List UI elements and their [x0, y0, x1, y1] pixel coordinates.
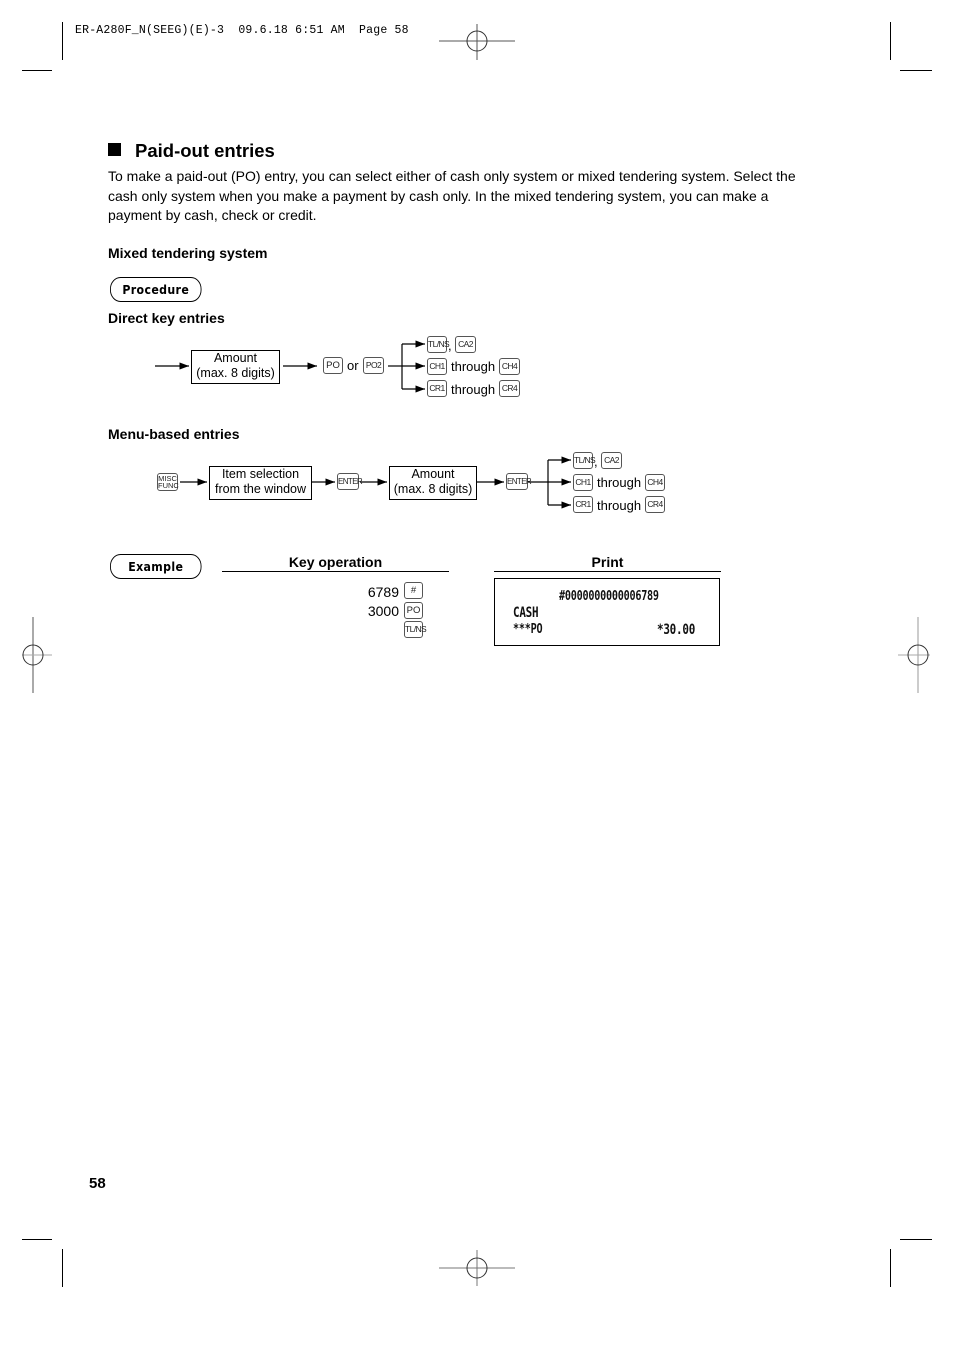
crop-mark	[62, 1249, 64, 1287]
po-key[interactable]: PO	[323, 357, 343, 374]
ca2-key[interactable]: CA2	[455, 336, 476, 353]
print-header: Print	[591, 554, 624, 570]
misc-func-key[interactable]: MISC FUNC	[157, 473, 179, 491]
through-text: through	[597, 475, 642, 490]
amount-box-menu: Amount (max. 8 digits)	[389, 466, 477, 500]
menu-based-heading: Menu-based entries	[108, 426, 240, 442]
page-number: 58	[89, 1175, 106, 1192]
key-op-value: 3000	[367, 603, 399, 619]
po-key[interactable]: PO	[404, 602, 423, 619]
receipt-line-cash: CASH	[513, 605, 539, 621]
ch1-key[interactable]: CH1	[427, 358, 447, 375]
cr1-key[interactable]: CR1	[427, 380, 447, 397]
cr1-key[interactable]: CR1	[573, 496, 593, 513]
amount-box-line2: (max. 8 digits)	[196, 366, 275, 380]
flow-diagram-lines	[155, 340, 571, 509]
tlns-key[interactable]: TL/NS	[404, 621, 427, 638]
receipt-line-consecutive-number: #0000000000006789	[559, 589, 659, 604]
ca2-key[interactable]: CA2	[601, 452, 622, 469]
print-rule	[494, 571, 721, 573]
registration-mark-bottom	[439, 1250, 515, 1286]
key-op-value: 6789	[367, 584, 399, 600]
amount-box: Amount (max. 8 digits)	[191, 350, 280, 384]
ch4-key[interactable]: CH4	[499, 358, 520, 375]
through-text: through	[451, 382, 496, 397]
receipt-print: #0000000000006789 CASH ***PO *30.00	[494, 578, 720, 646]
enter-key[interactable]: ENTER	[506, 473, 532, 490]
item-selection-box: Item selection from the window	[209, 466, 312, 500]
crop-mark	[22, 1239, 52, 1241]
amount-box-menu-line2: (max. 8 digits)	[393, 482, 473, 496]
or-text: or	[347, 358, 359, 373]
tlns-key[interactable]: TL/NS	[573, 452, 596, 469]
through-text: through	[597, 498, 642, 513]
enter-key[interactable]: ENTER	[337, 473, 363, 490]
cr4-key[interactable]: CR4	[499, 380, 520, 397]
po2-key[interactable]: PO2	[363, 357, 384, 374]
receipt-line-po-label: ***PO	[513, 622, 543, 637]
hash-key[interactable]: #	[404, 582, 423, 599]
comma-text: ,	[448, 338, 452, 353]
receipt-line-po-amount: *30.00	[657, 622, 696, 638]
comma-text: ,	[594, 454, 598, 469]
example-badge: Example	[110, 554, 202, 579]
item-selection-line1: Item selection	[221, 467, 300, 481]
tlns-key[interactable]: TL/NS	[427, 336, 450, 353]
misc-func-key-line2: FUNC	[158, 481, 179, 490]
ch1-key[interactable]: CH1	[573, 474, 593, 491]
key-operation-rule	[222, 571, 449, 573]
amount-box-line1: Amount	[213, 351, 258, 365]
through-text: through	[451, 359, 496, 374]
cr4-key[interactable]: CR4	[645, 496, 665, 513]
amount-box-menu-line1: Amount	[411, 467, 455, 481]
item-selection-line2: from the window	[214, 482, 306, 496]
key-operation-header: Key operation	[288, 554, 383, 570]
crop-mark	[890, 1249, 892, 1287]
ch4-key[interactable]: CH4	[645, 474, 665, 491]
crop-mark	[900, 1239, 932, 1241]
